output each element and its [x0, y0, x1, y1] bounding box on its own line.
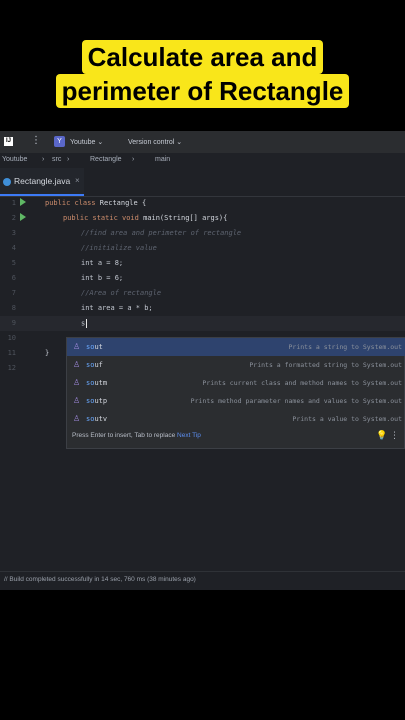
ide-window: IJ ⋮ Y Youtube ⌄ Version control ⌄ Youtu… [0, 131, 405, 590]
chevron-right-icon: › [42, 156, 45, 163]
tab-label: Rectangle.java [14, 176, 71, 186]
line-number: 12 [7, 364, 16, 372]
lightbulb-icon[interactable]: 💡 [376, 430, 387, 440]
code-text: int a = 8; [81, 259, 124, 267]
main-toolbar: IJ ⋮ Y Youtube ⌄ Version control ⌄ [0, 131, 405, 153]
line-number: 1 [11, 199, 16, 207]
code-text: int area = a * b; [81, 304, 153, 312]
line-number: 4 [11, 244, 16, 252]
java-class-icon [3, 178, 11, 186]
code-line: 7 //Area of rectangle [0, 286, 405, 301]
code-completion-popup: ♙ sout Prints a string to System.out ♙ s… [66, 337, 405, 449]
completion-item[interactable]: ♙ sout Prints a string to System.out [67, 338, 405, 356]
tab-rectangle-java[interactable]: Rectangle.java × [0, 168, 84, 196]
breadcrumb-src[interactable]: src [52, 156, 61, 163]
code-text: s [81, 319, 88, 328]
next-tip-link[interactable]: Next Tip [177, 432, 201, 439]
breadcrumb-project[interactable]: Youtube [2, 156, 27, 163]
completion-name: soutp [86, 397, 108, 405]
caption-line-1: Calculate area and [81, 40, 324, 74]
code-line: 1 public class Rectangle { [0, 196, 405, 211]
line-number: 2 [11, 214, 16, 222]
status-bar: // Build completed successfully in 14 se… [0, 571, 405, 590]
completion-name: soutv [86, 415, 108, 423]
completion-item[interactable]: ♙ soutp Prints method parameter names an… [67, 392, 405, 410]
code-comment: //initialize value [81, 244, 157, 252]
line-number: 9 [11, 319, 16, 327]
code-text: int b = 6; [81, 274, 124, 282]
completion-name: sout [86, 343, 103, 351]
code-line: 3 //find area and perimeter of rectangle [0, 226, 405, 241]
completion-item[interactable]: ♙ souf Prints a formatted string to Syst… [67, 356, 405, 374]
code-text: public class Rectangle { [45, 199, 147, 207]
completion-name: souf [86, 361, 103, 369]
breadcrumb-method[interactable]: main [155, 156, 170, 163]
live-template-icon: ♙ [73, 342, 81, 351]
completion-description: Prints a formatted string to System.out [249, 361, 402, 369]
chevron-right-icon: › [67, 156, 70, 163]
version-control-selector[interactable]: Version control ⌄ [128, 138, 182, 146]
code-line: 6 int b = 6; [0, 271, 405, 286]
breadcrumb: Youtube › src › Rectangle › main [0, 153, 405, 168]
run-icon[interactable] [20, 213, 26, 221]
completion-hint: Press Enter to insert, Tab to replace [72, 432, 176, 439]
live-template-icon: ♙ [73, 378, 81, 387]
code-line: 2 public static void main(String[] args)… [0, 211, 405, 226]
main-menu-icon[interactable]: ⋮ [31, 135, 41, 146]
live-template-icon: ♙ [73, 396, 81, 405]
ide-logo-icon[interactable]: IJ [4, 137, 13, 146]
line-number: 6 [11, 274, 16, 282]
line-number: 5 [11, 259, 16, 267]
text-cursor [86, 319, 88, 328]
completion-name: soutm [86, 379, 108, 387]
completion-description: Prints method parameter names and values… [190, 397, 402, 405]
code-line: 8 int area = a * b; [0, 301, 405, 316]
close-icon[interactable]: × [75, 176, 80, 185]
line-number: 3 [11, 229, 16, 237]
code-line: 4 //initialize value [0, 241, 405, 256]
caption-line-2: perimeter of Rectangle [55, 74, 350, 108]
completion-item[interactable]: ♙ soutm Prints current class and method … [67, 374, 405, 392]
line-number: 11 [7, 349, 16, 357]
editor-tabbar: Rectangle.java × [0, 168, 405, 197]
project-badge[interactable]: Y [54, 136, 65, 147]
line-number: 8 [11, 304, 16, 312]
line-number: 10 [7, 334, 16, 342]
code-comment: //Area of rectangle [81, 289, 162, 297]
more-options-icon[interactable]: ⋮ [390, 430, 399, 440]
line-number: 7 [11, 289, 16, 297]
completion-description: Prints a value to System.out [292, 415, 402, 423]
current-line: 9 s [0, 316, 405, 331]
completion-footer: Press Enter to insert, Tab to replace Ne… [72, 432, 201, 439]
breadcrumb-class[interactable]: Rectangle [90, 156, 122, 163]
build-status-text: // Build completed successfully in 14 se… [4, 576, 196, 583]
code-comment: //find area and perimeter of rectangle [81, 229, 242, 237]
code-text: public static void main(String[] args){ [63, 214, 228, 222]
run-icon[interactable] [20, 198, 26, 206]
code-text: } [45, 349, 50, 357]
video-caption: Calculate area and perimeter of Rectangl… [0, 40, 405, 108]
completion-item[interactable]: ♙ soutv Prints a value to System.out [67, 410, 405, 428]
live-template-icon: ♙ [73, 414, 81, 423]
project-selector[interactable]: Youtube ⌄ [70, 138, 103, 146]
code-line: 5 int a = 8; [0, 256, 405, 271]
chevron-right-icon: › [132, 156, 135, 163]
completion-description: Prints current class and method names to… [202, 379, 402, 387]
completion-footer-icons: 💡 ⋮ [376, 430, 399, 441]
completion-description: Prints a string to System.out [288, 343, 403, 351]
live-template-icon: ♙ [73, 360, 81, 369]
